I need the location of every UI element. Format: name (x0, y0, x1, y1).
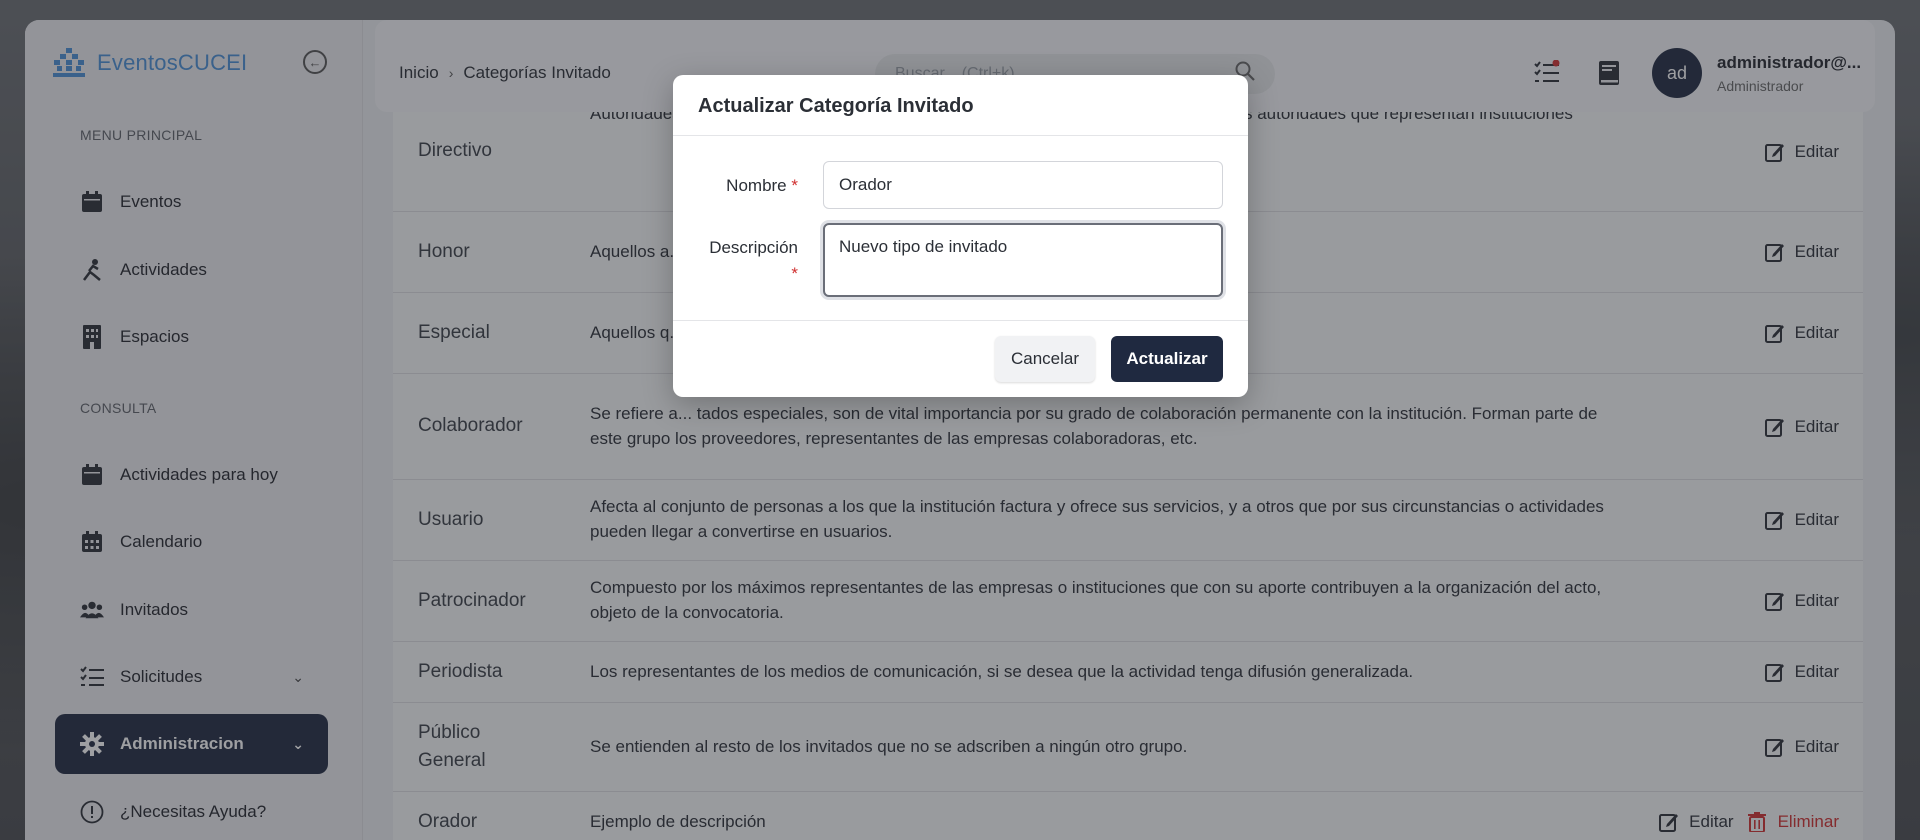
required-mark: * (791, 176, 798, 195)
update-button[interactable]: Actualizar (1111, 336, 1223, 382)
cancel-button[interactable]: Cancelar (995, 336, 1095, 382)
name-label: Nombre * (726, 176, 798, 195)
name-field[interactable] (823, 161, 1223, 209)
required-mark: * (791, 263, 798, 283)
description-label: Descripción * (709, 238, 798, 283)
modal-divider (673, 135, 1248, 136)
update-category-modal: Actualizar Categoría Invitado Nombre * D… (673, 75, 1248, 397)
description-field[interactable]: Nuevo tipo de invitado (823, 223, 1223, 297)
modal-title: Actualizar Categoría Invitado (698, 95, 974, 117)
modal-divider (673, 320, 1248, 321)
